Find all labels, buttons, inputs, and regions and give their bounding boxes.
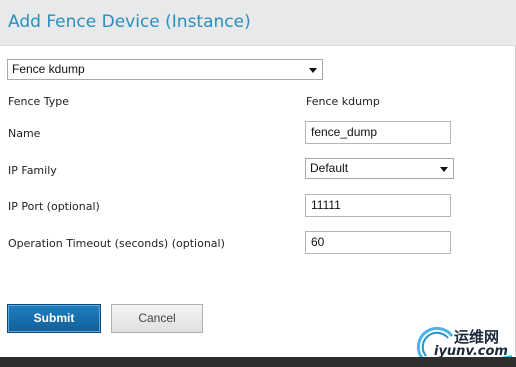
add-fence-device-dialog: Add Fence Device (Instance) Fence kdump … [0,0,516,367]
operation-timeout-input[interactable]: 60 [305,231,451,254]
fence-type-label: Fence Type [8,95,70,108]
chevron-down-icon [440,167,448,172]
dialog-title: Add Fence Device (Instance) [8,12,251,32]
fence-device-type-value: Fence kdump [12,62,85,76]
name-input-value: fence_dump [311,125,378,139]
fence-device-type-select[interactable]: Fence kdump [7,59,323,80]
name-input[interactable]: fence_dump [305,121,451,144]
operation-timeout-label: Operation Timeout (seconds) (optional) [8,237,225,250]
ip-port-input[interactable]: 11111 [305,194,451,217]
chevron-down-icon [309,68,317,73]
ip-family-label: IP Family [8,164,57,177]
fence-type-value: Fence kdump [306,95,380,108]
operation-timeout-input-value: 60 [311,235,325,249]
footer-bar [0,357,516,367]
dialog-header: Add Fence Device (Instance) [0,0,516,46]
ip-family-select[interactable]: Default [305,158,454,179]
cancel-button[interactable]: Cancel [111,304,203,333]
name-label: Name [8,127,41,140]
ip-port-input-value: 11111 [311,198,341,212]
ip-port-label: IP Port (optional) [8,200,100,213]
submit-button[interactable]: Submit [7,304,101,333]
ip-family-value: Default [310,161,349,175]
